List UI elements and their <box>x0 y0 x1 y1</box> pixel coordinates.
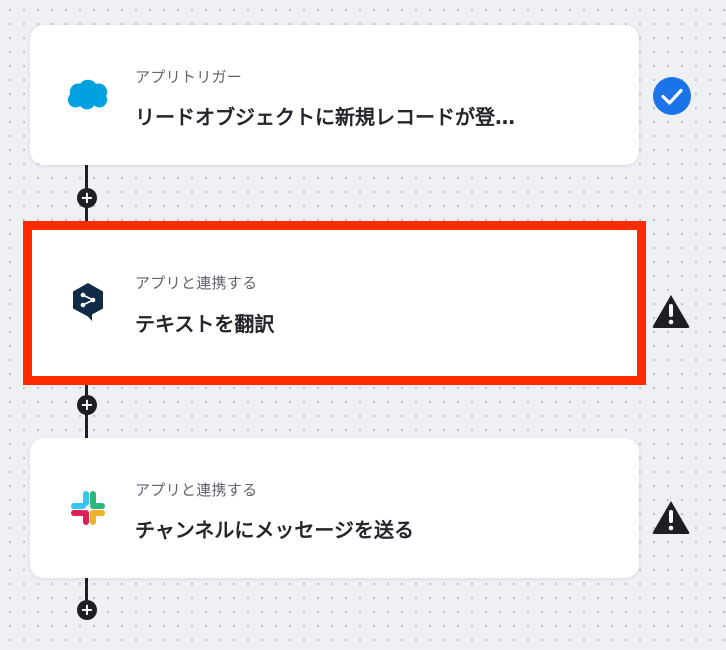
flow-canvas: + + + アプリトリガー リードオブジェクトに新規レコードが登… アプリと連携… <box>0 0 726 650</box>
check-icon <box>652 76 692 116</box>
step-category: アプリと連携する <box>135 481 258 499</box>
warning-icon <box>651 497 691 537</box>
add-step-button[interactable]: + <box>77 600 97 620</box>
step-title: リードオブジェクトに新規レコードが登… <box>135 105 515 129</box>
step-title: テキストを翻訳 <box>135 312 275 336</box>
plus-icon: + <box>80 395 94 414</box>
step-title: チャンネルにメッセージを送る <box>135 518 414 542</box>
deepl-icon <box>66 280 110 324</box>
warning-icon <box>651 291 691 331</box>
salesforce-icon <box>66 73 110 117</box>
step-card-slack[interactable]: アプリと連携する チャンネルにメッセージを送る <box>30 438 639 578</box>
slack-icon <box>66 486 110 530</box>
add-step-button[interactable]: + <box>77 188 97 208</box>
add-step-button[interactable]: + <box>77 395 97 415</box>
step-card-translate[interactable]: アプリと連携する テキストを翻訳 <box>23 221 646 385</box>
step-card-trigger[interactable]: アプリトリガー リードオブジェクトに新規レコードが登… <box>30 25 639 165</box>
step-category: アプリトリガー <box>135 68 243 86</box>
plus-icon: + <box>80 600 94 619</box>
step-category: アプリと連携する <box>135 274 258 292</box>
plus-icon: + <box>80 188 94 207</box>
